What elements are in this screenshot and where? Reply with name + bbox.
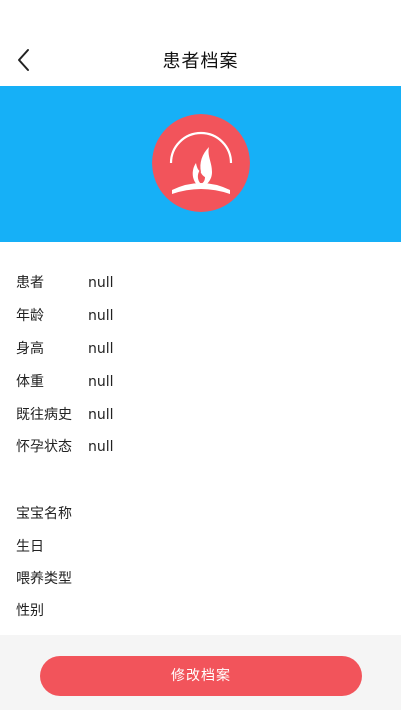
page-title: 患者档案 <box>162 51 239 72</box>
field-value-weight: null <box>88 374 114 390</box>
field-value-height: null <box>88 341 114 357</box>
field-label-patient: 患者 <box>16 275 44 291</box>
edit-profile-button[interactable]: 修改档案 <box>40 656 362 696</box>
field-label-baby-name: 宝宝名称 <box>16 506 72 522</box>
field-label-height: 身高 <box>16 341 44 357</box>
field-label-pregnancy-status: 怀孕状态 <box>16 439 72 455</box>
field-label-feeding-type: 喂养类型 <box>16 571 72 587</box>
field-label-medical-history: 既往病史 <box>16 407 72 423</box>
field-value-medical-history: null <box>88 407 114 423</box>
field-value-patient: null <box>88 275 114 291</box>
field-label-gender: 性别 <box>16 603 44 619</box>
header-bar: 患者档案 <box>0 0 401 86</box>
flame-logo-icon <box>152 114 250 212</box>
field-label-age: 年龄 <box>16 308 44 324</box>
field-label-weight: 体重 <box>16 374 44 390</box>
field-value-age: null <box>88 308 114 324</box>
field-value-pregnancy-status: null <box>88 439 114 455</box>
field-label-birthday: 生日 <box>16 539 44 555</box>
